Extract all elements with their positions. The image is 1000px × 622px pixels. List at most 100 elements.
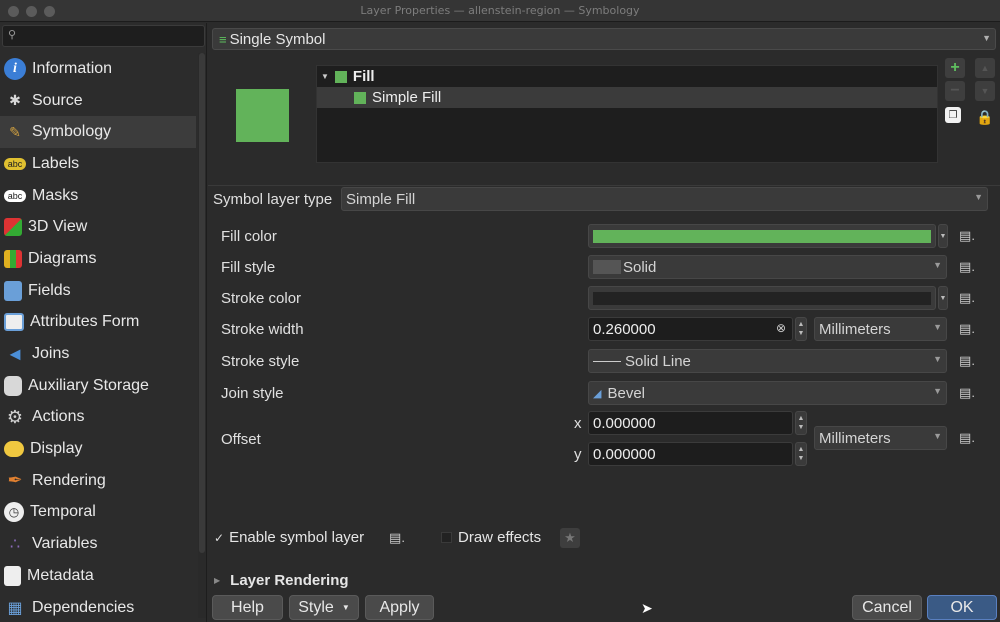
cube-icon [4,218,22,237]
sidebar-item-3d-view[interactable]: 3D View [0,211,196,243]
sidebar-item-masks[interactable]: abc Masks [0,180,196,212]
simple-fill-swatch [354,91,366,104]
line-style-preview [593,360,621,362]
database-icon [4,375,22,396]
fill-style-preview [593,260,621,274]
data-defined-override-icon[interactable]: ▤. [954,256,980,278]
clock-icon: ◷ [4,502,24,523]
sidebar-item-dependencies[interactable]: ▦ Dependencies [0,592,196,622]
clear-icon[interactable]: ⊗ [776,321,786,335]
form-icon [4,313,24,332]
window-titlebar: Layer Properties — allenstein-region — S… [0,0,1000,22]
lock-icon[interactable]: 🔒 [975,107,995,127]
offset-unit-dropdown[interactable]: Millimeters ▼ [814,426,947,450]
sidebar-item-joins[interactable]: ◄ Joins [0,338,196,370]
data-defined-override-icon[interactable]: ▤. [384,527,410,549]
stroke-width-stepper[interactable]: ▲ ▼ [795,317,807,341]
sidebar-item-source[interactable]: ✱ Source [0,85,196,117]
variables-icon: ∴ [9,536,21,554]
stroke-width-input[interactable]: 0.260000 ⊗ [588,317,793,341]
join-icon: ◄ [6,343,24,364]
enable-symbol-layer-checkbox[interactable]: ✓ Enable symbol layer [214,529,364,546]
sidebar-item-variables[interactable]: ∴ Variables [0,528,196,560]
renderer-dropdown[interactable]: ≡ Single Symbol ▼ [212,28,996,50]
data-defined-override-icon[interactable]: ▤. [954,318,980,340]
checkbox-box [441,532,452,543]
move-up-button[interactable]: ▲ [975,58,995,78]
sidebar-nav: i Information ✱ Source ✎ Symbology abc L… [0,53,196,622]
fill-style-dropdown[interactable]: Solid ▼ [588,255,947,279]
chevron-down-icon: ▼ [933,260,942,270]
move-down-button[interactable]: ▼ [975,81,995,101]
offset-y-input[interactable]: 0.000000 [588,442,793,466]
ok-button[interactable]: OK [927,595,997,620]
draw-effects-checkbox[interactable]: Draw effects [441,529,541,546]
stroke-style-dropdown[interactable]: Solid Line ▼ [588,349,947,373]
sidebar-item-attributes-form[interactable]: Attributes Form [0,307,196,339]
offset-x-stepper[interactable]: ▲ ▼ [795,411,807,435]
mouse-cursor-icon: ➤ [641,600,653,616]
info-icon: i [4,57,26,80]
cancel-button[interactable]: Cancel [852,595,922,620]
abc-mask-icon: abc [4,189,26,202]
offset-x-input[interactable]: 0.000000 [588,411,793,435]
symbology-panel: ≡ Single Symbol ▼ ▼ Fill Simple Fill + ▲… [208,23,1000,622]
brush-icon: ✒ [7,470,23,491]
data-defined-override-icon[interactable]: ▤. [954,350,980,372]
tree-row-fill[interactable]: ▼ Fill [317,66,937,87]
effects-star-icon[interactable]: ★ [560,528,580,548]
sidebar-item-temporal[interactable]: ◷ Temporal [0,497,196,529]
sidebar-scrollbar[interactable] [198,53,206,618]
duplicate-layer-button[interactable]: ❐ [945,107,961,123]
dependencies-icon: ▦ [7,599,23,617]
data-defined-override-icon[interactable]: ▤. [954,225,980,247]
sidebar-item-symbology[interactable]: ✎ Symbology [0,116,196,149]
help-button[interactable]: Help [212,595,283,620]
expand-arrow-icon[interactable]: ▼ [321,72,329,81]
data-defined-override-icon[interactable]: ▤. [954,382,980,404]
chevron-down-icon: ▼ [341,603,350,612]
apply-button[interactable]: Apply [365,595,434,620]
sidebar-scroll-thumb[interactable] [199,53,205,553]
wrench-icon: ✱ [9,92,21,109]
sidebar-item-information[interactable]: i Information [0,53,196,85]
sidebar-item-labels[interactable]: abc Labels [0,148,196,180]
speech-bubble-icon [4,441,24,458]
chevron-down-icon: ▼ [974,192,983,202]
stroke-color-menu-button[interactable]: ▼ [938,286,948,310]
sidebar-item-diagrams[interactable]: Diagrams [0,243,196,275]
fill-color-button[interactable] [588,224,936,248]
chevron-down-icon: ▼ [933,322,942,332]
remove-symbol-layer-button[interactable]: − [945,81,965,101]
sidebar-item-auxiliary-storage[interactable]: Auxiliary Storage [0,370,196,402]
collapse-arrow-icon[interactable]: ▶ [214,576,220,585]
symbol-layer-type-dropdown[interactable]: Simple Fill ▼ [341,187,988,211]
join-style-dropdown[interactable]: ◢ Bevel ▼ [588,381,947,405]
add-symbol-layer-button[interactable]: + [945,58,965,78]
offset-y-stepper[interactable]: ▲ ▼ [795,442,807,466]
sidebar-item-actions[interactable]: ⚙ Actions [0,402,196,434]
stroke-color-swatch [593,291,931,305]
style-button[interactable]: Style ▼ [289,595,359,620]
data-defined-override-icon[interactable]: ▤. [954,287,980,309]
tree-row-simple-fill[interactable]: Simple Fill [317,87,937,108]
fill-swatch [334,70,347,83]
data-defined-override-icon[interactable]: ▤. [954,427,980,449]
chevron-down-icon: ▼ [982,33,991,43]
diagram-icon [4,249,22,268]
single-symbol-icon: ≡ [219,31,227,47]
symbol-layer-tree[interactable]: ▼ Fill Simple Fill [316,65,938,163]
divider [208,185,1000,186]
layer-rendering-section[interactable]: ▶ Layer Rendering [214,572,349,589]
fill-color-menu-button[interactable]: ▼ [938,224,948,248]
chevron-down-icon: ▼ [933,386,942,396]
sidebar-item-fields[interactable]: Fields [0,275,196,307]
sidebar-item-display[interactable]: Display [0,433,196,465]
sidebar-item-metadata[interactable]: Metadata [0,560,196,592]
abc-label-icon: abc [4,157,26,170]
sidebar-item-rendering[interactable]: ✒ Rendering [0,465,196,497]
sidebar-search-input[interactable]: ⚲ [2,25,205,47]
stroke-width-unit-dropdown[interactable]: Millimeters ▼ [814,317,947,341]
stroke-color-button[interactable] [588,286,936,310]
chevron-down-icon: ▼ [933,354,942,364]
